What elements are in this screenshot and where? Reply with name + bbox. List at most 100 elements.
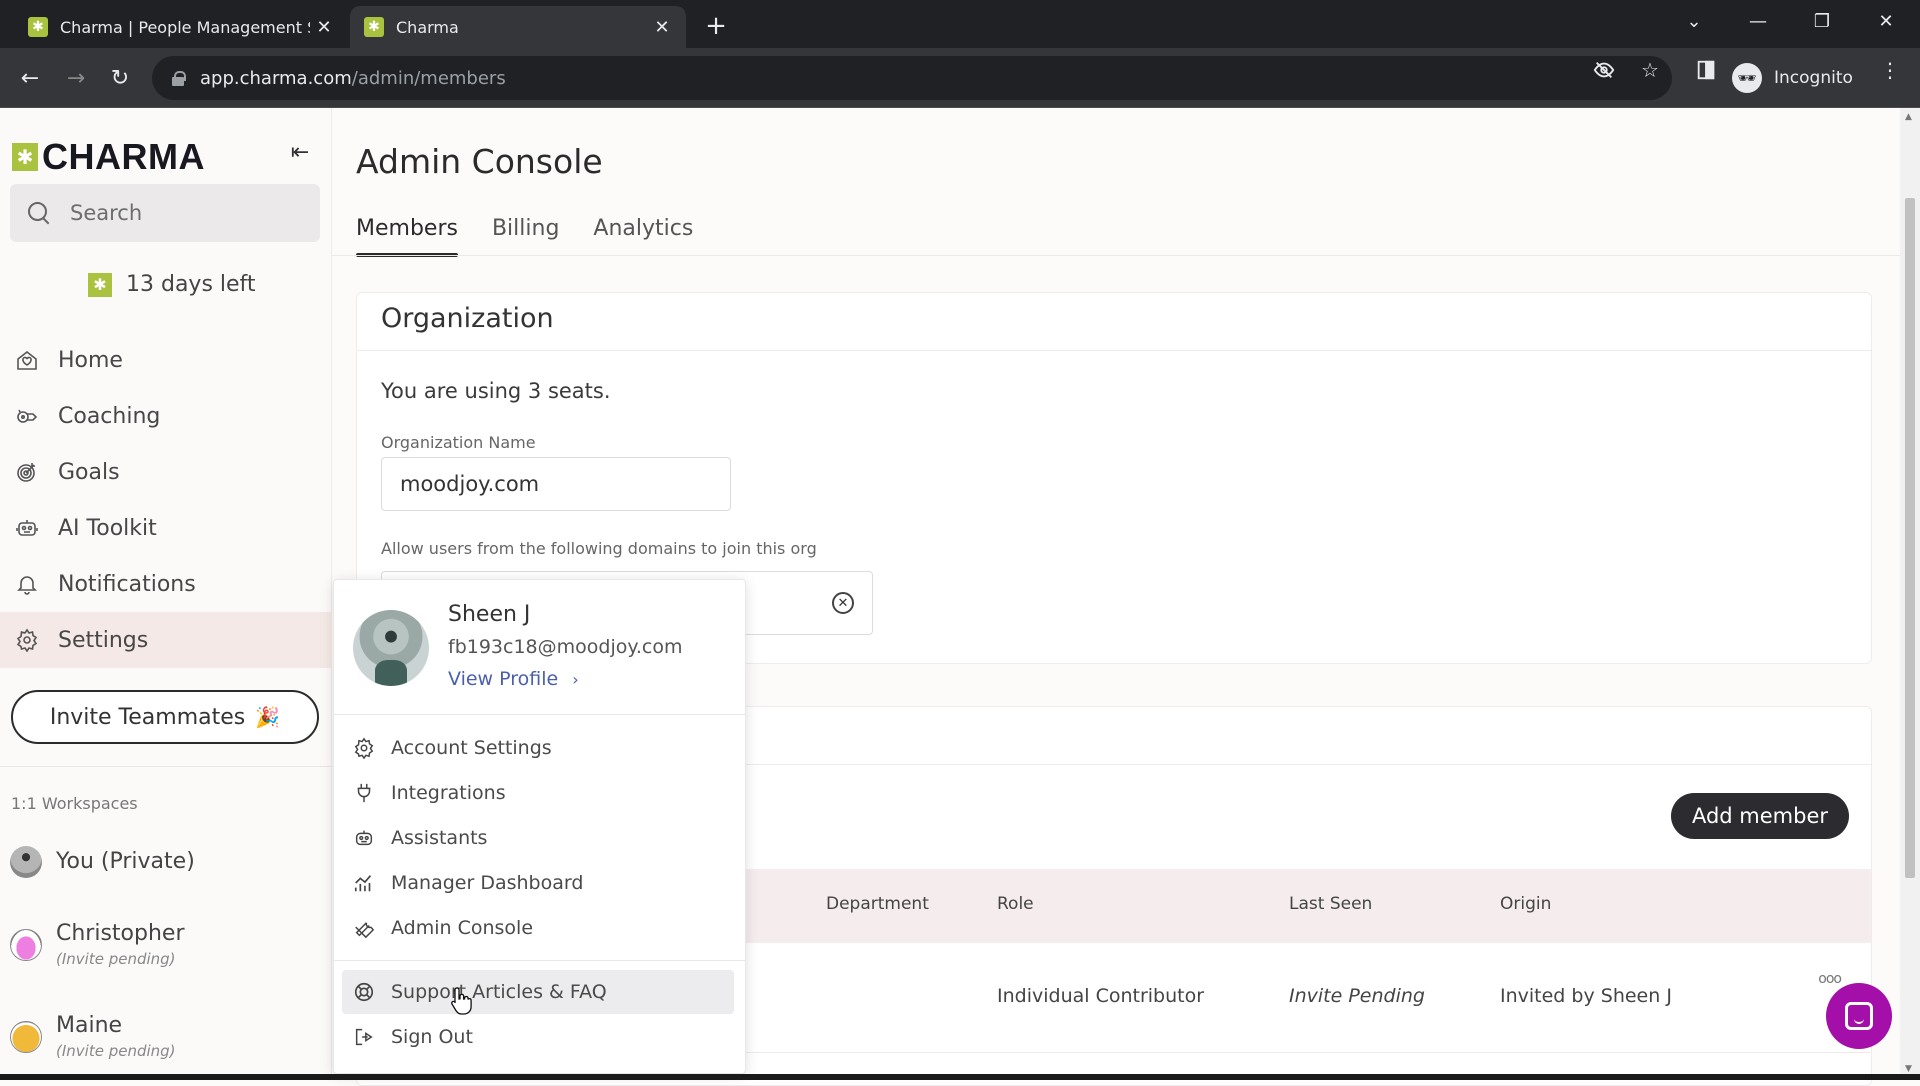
- reload-icon[interactable]: ↻: [102, 60, 138, 96]
- column-header-last-seen[interactable]: Last Seen: [1289, 894, 1372, 914]
- invite-teammates-button[interactable]: Invite Teammates 🎉: [11, 690, 319, 744]
- tab-billing[interactable]: Billing: [492, 216, 559, 251]
- chevron-right-icon: ›: [572, 669, 579, 689]
- incognito-profile-button[interactable]: 🕶 Incognito: [1732, 58, 1853, 98]
- menu-item-support-articles[interactable]: Support Articles & FAQ: [342, 970, 734, 1014]
- menu-item-sign-out[interactable]: Sign Out: [342, 1015, 734, 1059]
- menu-item-label: Manager Dashboard: [391, 872, 584, 894]
- restore-button[interactable]: ❐: [1794, 0, 1850, 42]
- menu-item-label: Admin Console: [391, 917, 534, 939]
- sidebar-item-home[interactable]: Home: [0, 332, 332, 388]
- minimize-button[interactable]: —: [1730, 0, 1786, 42]
- sidebar-divider: [0, 766, 332, 767]
- view-profile-link[interactable]: View Profile ›: [448, 668, 579, 690]
- gear-icon: [14, 627, 40, 653]
- browser-tab-bar: ✱ Charma | People Management S ✕ ✱ Charm…: [0, 0, 1920, 48]
- menu-item-label: Account Settings: [391, 737, 552, 759]
- robot-icon: [14, 515, 40, 541]
- target-icon: [14, 459, 40, 485]
- collapse-sidebar-icon[interactable]: ⇤: [286, 138, 314, 166]
- close-window-button[interactable]: ✕: [1858, 0, 1914, 42]
- new-tab-button[interactable]: +: [700, 10, 732, 42]
- user-name: Sheen J: [448, 602, 531, 627]
- chat-widget-button[interactable]: [1826, 983, 1892, 1049]
- sidebar-item-label: Settings: [58, 627, 149, 653]
- charma-favicon-icon: ✱: [28, 17, 48, 37]
- plug-icon: [353, 782, 375, 804]
- invite-label: Invite Teammates: [49, 704, 246, 730]
- close-tab-icon[interactable]: ✕: [310, 13, 338, 41]
- column-header-role[interactable]: Role: [997, 894, 1034, 914]
- organization-name-input[interactable]: [381, 457, 731, 511]
- url-host: app.charma.com: [200, 67, 352, 89]
- workspace-item[interactable]: Christopher (Invite pending): [10, 920, 185, 970]
- logo-text: CHARMA: [42, 136, 205, 177]
- workspace-item[interactable]: You (Private): [10, 846, 195, 878]
- tab-search-icon[interactable]: ⌄: [1666, 0, 1722, 42]
- column-header-department[interactable]: Department: [826, 894, 929, 914]
- bell-icon: [14, 571, 40, 597]
- menu-item-assistants[interactable]: Assistants: [342, 816, 734, 860]
- trial-days-left: 13 days left: [126, 272, 256, 297]
- sidebar-item-settings[interactable]: Settings: [0, 612, 332, 668]
- page-scrollbar[interactable]: ▲ ▼: [1900, 108, 1920, 1080]
- workspace-status: (Invite pending): [56, 950, 176, 968]
- menu-item-integrations[interactable]: Integrations: [342, 771, 734, 815]
- sidebar-item-label: Home: [58, 347, 123, 373]
- search-input[interactable]: [70, 201, 310, 225]
- sidebar-item-coaching[interactable]: Coaching: [0, 388, 332, 444]
- scrollbar-thumb[interactable]: [1905, 198, 1915, 878]
- clear-circle-icon[interactable]: ✕: [832, 592, 854, 614]
- menu-item-admin-console[interactable]: Admin Console: [342, 906, 734, 950]
- sidebar-item-label: Coaching: [58, 403, 161, 429]
- scroll-down-icon[interactable]: ▼: [1905, 1064, 1912, 1074]
- browser-tab[interactable]: ✱ Charma | People Management S ✕: [0, 6, 348, 48]
- tab-title: Charma | People Management S: [60, 17, 310, 37]
- search-box[interactable]: [10, 184, 320, 242]
- sign-out-icon: [353, 1026, 375, 1048]
- menu-item-label: Support Articles & FAQ: [391, 981, 607, 1003]
- avatar: [10, 929, 42, 961]
- trial-badge[interactable]: ✱ 13 days left: [88, 272, 256, 297]
- user-menu-dropdown: Sheen J fb193c18@moodjoy.com View Profil…: [333, 579, 746, 1074]
- menu-divider: [334, 714, 745, 715]
- menu-item-account-settings[interactable]: Account Settings: [342, 726, 734, 770]
- browser-tab-active[interactable]: ✱ Charma ✕: [350, 6, 686, 48]
- row-more-icon[interactable]: ooo: [1818, 971, 1842, 987]
- cell-origin: Invited by Sheen J: [1500, 985, 1672, 1007]
- view-profile-label: View Profile: [448, 668, 559, 690]
- menu-item-label: Integrations: [391, 782, 506, 804]
- sidebar-nav: Home Coaching Goals AI Toolkit Notificat…: [0, 332, 332, 668]
- sidebar-item-goals[interactable]: Goals: [0, 444, 332, 500]
- column-header-origin[interactable]: Origin: [1500, 894, 1551, 914]
- workspace-item[interactable]: Maine (Invite pending): [10, 1012, 176, 1062]
- close-tab-icon[interactable]: ✕: [648, 13, 676, 41]
- more-vert-icon[interactable]: ⋮: [1878, 58, 1902, 82]
- charma-logo-icon: ✱: [12, 143, 38, 171]
- star-icon[interactable]: ☆: [1638, 58, 1662, 82]
- org-name-label: Organization Name: [381, 433, 536, 452]
- search-icon: [28, 202, 50, 224]
- workspace-name: Maine: [56, 1013, 123, 1038]
- sidebar-item-ai-toolkit[interactable]: AI Toolkit: [0, 500, 332, 556]
- scroll-up-icon[interactable]: ▲: [1905, 112, 1912, 122]
- taskbar-edge: [0, 1074, 1920, 1080]
- tabs-divider: [332, 255, 1900, 256]
- sidebar-item-label: Goals: [58, 459, 120, 485]
- sidebar-item-notifications[interactable]: Notifications: [0, 556, 332, 612]
- forward-icon[interactable]: →: [58, 60, 94, 96]
- add-member-button[interactable]: Add member: [1671, 793, 1849, 839]
- back-icon[interactable]: ←: [12, 60, 48, 96]
- menu-item-label: Sign Out: [391, 1026, 473, 1048]
- incognito-icon: 🕶: [1732, 63, 1762, 93]
- charma-logo[interactable]: ✱ CHARMA: [12, 136, 205, 178]
- address-bar[interactable]: app.charma.com/admin/members: [152, 56, 1672, 100]
- tab-analytics[interactable]: Analytics: [593, 216, 693, 251]
- tab-members[interactable]: Members: [356, 216, 458, 257]
- page-title: Admin Console: [356, 142, 603, 181]
- menu-item-manager-dashboard[interactable]: Manager Dashboard: [342, 861, 734, 905]
- eye-off-icon[interactable]: [1592, 58, 1616, 82]
- cell-last-seen: Invite Pending: [1289, 985, 1425, 1007]
- url-path: /admin/members: [351, 67, 506, 89]
- sidepanel-icon[interactable]: [1694, 58, 1718, 82]
